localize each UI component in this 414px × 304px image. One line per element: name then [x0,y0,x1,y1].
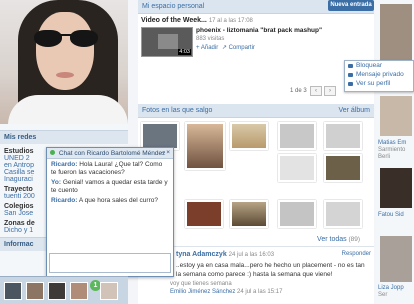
share-icon: ↗ [221,45,227,51]
photo-thumbnail[interactable] [230,122,268,150]
photo-count: (89) [348,236,360,243]
chat-input[interactable] [49,253,171,273]
chat-message: Genial! vamos a quedar esta tarde y te c… [51,179,168,194]
video-duration: 4:03 [178,49,191,55]
friend-name-3-line-2: Ser [378,292,388,298]
photo-thumbnail[interactable] [324,200,362,228]
online-status-icon [50,150,55,155]
friend-name-1-line-2: Sarmiento [378,147,406,153]
photo-thumbnail[interactable] [185,122,225,170]
pager-next-button[interactable]: › [324,86,336,96]
video-title[interactable]: Video of the Week... [141,17,207,24]
video-name[interactable]: phoenix - liztomania "brat pack mashup" [196,27,322,34]
comment-text-line-1: ..estoy ya en casa mala...pero he hecho … [176,262,365,269]
chat-title: Chat con Ricardo Bartolomé Méndez [58,150,166,157]
friend-photo[interactable] [380,96,412,136]
friend-actions-menu: Bloquear Mensaje privado Ver su perfil [344,60,414,92]
reply-link[interactable]: Responder [342,251,371,257]
minimize-icon[interactable]: – [161,149,165,156]
close-icon[interactable]: × [166,149,170,156]
my-album-link[interactable]: Ver álbum [338,107,370,114]
photo-thumbnail[interactable] [324,122,362,150]
friend-name-2[interactable]: Fatou Sid [378,212,404,218]
block-menu-item[interactable]: Bloquear [345,61,413,70]
comment2-prefix: voy que tienes semana [170,281,232,287]
comment-text-line-2: la semana como parece :) hasta la semana… [176,271,333,278]
friend-photo[interactable] [380,168,412,208]
friend-name-1-line-3: Berli [378,154,391,160]
chat-contact-avatar[interactable] [70,282,88,300]
chat-window: Chat con Ricardo Bartolomé Méndez – × Ri… [46,147,174,277]
chat-messages: Ricardo: Hola Laura! ¿Que tal? Como te f… [47,159,173,207]
photos-header: Fotos en las que salgo Ver álbum [138,104,374,118]
chat-contact-avatar[interactable] [100,282,118,300]
chat-contact-avatar[interactable] [48,282,66,300]
private-message-menu-item[interactable]: Mensaje privado [345,70,413,79]
video-views: 883 visitas [196,36,225,42]
chat-message: A que hora sales del curro? [78,197,158,204]
chat-contact-avatar[interactable] [26,282,44,300]
photo-thumbnail[interactable] [230,200,268,228]
chat-bar: 1 [0,276,128,304]
video-add-link[interactable]: Añadir [201,45,218,51]
photo-thumbnail[interactable] [278,154,316,182]
photo-thumbnail[interactable] [324,154,362,182]
video-share-link[interactable]: Compartir [229,45,255,51]
photo-thumbnail[interactable] [278,200,316,228]
sunglasses [34,30,98,48]
pager-text: 1 de 3 [290,88,307,94]
chat-sender: Yo: [51,179,61,186]
add-icon: + [196,45,200,51]
chat-header[interactable]: Chat con Ricardo Bartolomé Méndez – × [47,148,173,159]
photo-thumbnail[interactable] [185,200,223,228]
new-entry-button[interactable]: Nueva entrada [328,0,374,11]
comment2-author[interactable]: Emilio Jiménez Sánchez [170,289,235,295]
video-thumbnail[interactable]: 4:03 [141,27,193,57]
chat-sender: Ricardo: [51,161,78,168]
friend-name-1[interactable]: Matias Em [378,140,414,147]
friend-photo[interactable] [380,236,412,282]
profile-photo [0,0,128,124]
photos-header-title: Fotos en las que salgo [142,107,213,114]
my-networks-header: Mis redes [0,130,128,144]
chat-contact-avatar[interactable] [4,282,22,300]
friends-column: Matias Em Sarmiento Berli Fatou Sid Liza… [376,0,414,304]
photo-thumbnail[interactable] [278,122,316,150]
view-profile-menu-item[interactable]: Ver su perfil [345,79,413,88]
comment2-date: 24 jul a las 15:17 [237,289,283,295]
view-all-photos-link[interactable]: Ver todas [317,236,347,243]
comment-author[interactable]: tyna Adamczyk [176,251,227,258]
comment-date: 24 jul a las 16:03 [228,252,275,258]
friend-name-3[interactable]: Liza Jopp [378,285,404,292]
photo-thumbnail[interactable] [141,122,179,150]
friend-photo[interactable] [380,4,412,60]
pager-prev-button[interactable]: ‹ [310,86,322,96]
chat-sender: Ricardo: [51,197,78,204]
